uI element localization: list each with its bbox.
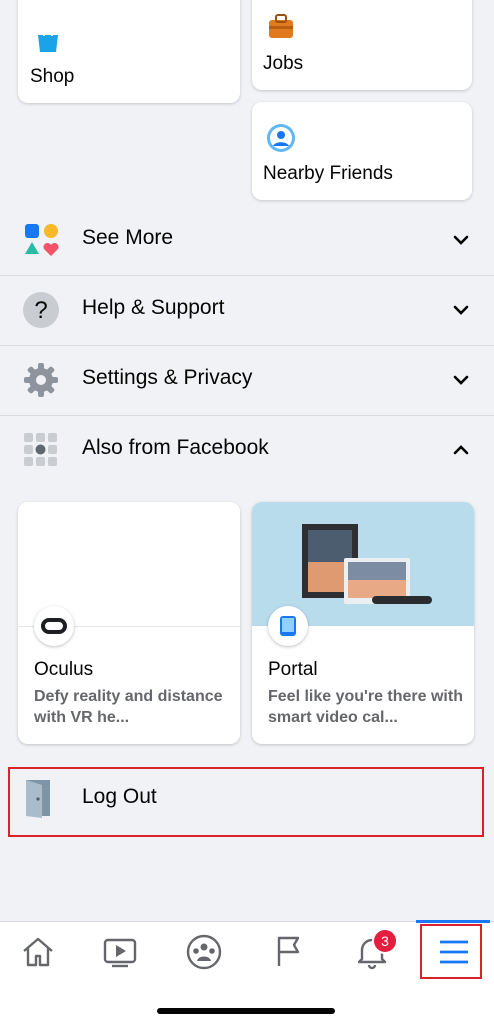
- video-play-icon: [103, 938, 137, 968]
- notification-badge: 3: [372, 928, 398, 954]
- tab-pages[interactable]: [258, 928, 318, 976]
- see-more-icon: [22, 221, 60, 259]
- question-mark-icon: ?: [22, 291, 60, 329]
- portal-icon: [268, 606, 308, 646]
- flag-icon: [277, 936, 300, 966]
- home-indicator: [157, 1008, 335, 1014]
- svg-text:?: ?: [34, 297, 47, 324]
- tab-watch[interactable]: [90, 928, 150, 976]
- shopping-bag-icon: [34, 26, 62, 59]
- oculus-icon: [34, 606, 74, 646]
- menu-row-see-more[interactable]: See More: [0, 205, 494, 275]
- see-more-label: See More: [82, 226, 174, 249]
- tab-groups[interactable]: [174, 928, 234, 976]
- chevron-down-icon: [450, 299, 472, 321]
- shortcut-card-nearby-friends[interactable]: Nearby Friends: [252, 102, 472, 200]
- briefcase-icon: [266, 12, 296, 45]
- tab-notifications[interactable]: 3: [342, 928, 402, 976]
- nearby-friends-icon: [265, 122, 297, 159]
- chevron-down-icon: [450, 229, 472, 251]
- product-description: Feel like you're there with smart video …: [268, 688, 463, 726]
- grid-apps-icon: [22, 431, 60, 469]
- also-from-facebook-label: Also from Facebook: [82, 436, 269, 459]
- shortcut-label-shop: Shop: [30, 66, 75, 87]
- product-card-portal[interactable]: Portal Feel like you're there with smart…: [252, 502, 474, 744]
- product-name: Oculus: [34, 659, 94, 680]
- chevron-down-icon: [450, 369, 472, 391]
- chevron-up-icon: [450, 439, 472, 461]
- menu-row-also-from-facebook[interactable]: Also from Facebook: [0, 415, 494, 485]
- shortcut-label-nearby-friends: Nearby Friends: [263, 163, 393, 184]
- product-name: Portal: [268, 659, 318, 680]
- product-description: Defy reality and distance with VR he...: [34, 688, 223, 726]
- help-support-label: Help & Support: [82, 296, 225, 319]
- menu-row-help-support[interactable]: ? Help & Support: [0, 275, 494, 345]
- settings-privacy-label: Settings & Privacy: [82, 366, 253, 389]
- menu-row-settings-privacy[interactable]: Settings & Privacy: [0, 345, 494, 415]
- menu-tab-highlight: [420, 924, 482, 979]
- gear-icon: [22, 361, 60, 399]
- shortcut-card-jobs[interactable]: Jobs: [252, 0, 472, 90]
- shortcut-label-jobs: Jobs: [263, 53, 304, 74]
- logout-highlight: [8, 767, 484, 837]
- groups-icon: [186, 934, 222, 970]
- tab-home[interactable]: [8, 928, 68, 976]
- active-tab-indicator: [416, 920, 490, 923]
- product-card-oculus[interactable]: Oculus Defy reality and distance with VR…: [18, 502, 240, 744]
- home-icon: [23, 937, 53, 967]
- shortcut-card-shop[interactable]: Shop: [18, 0, 240, 103]
